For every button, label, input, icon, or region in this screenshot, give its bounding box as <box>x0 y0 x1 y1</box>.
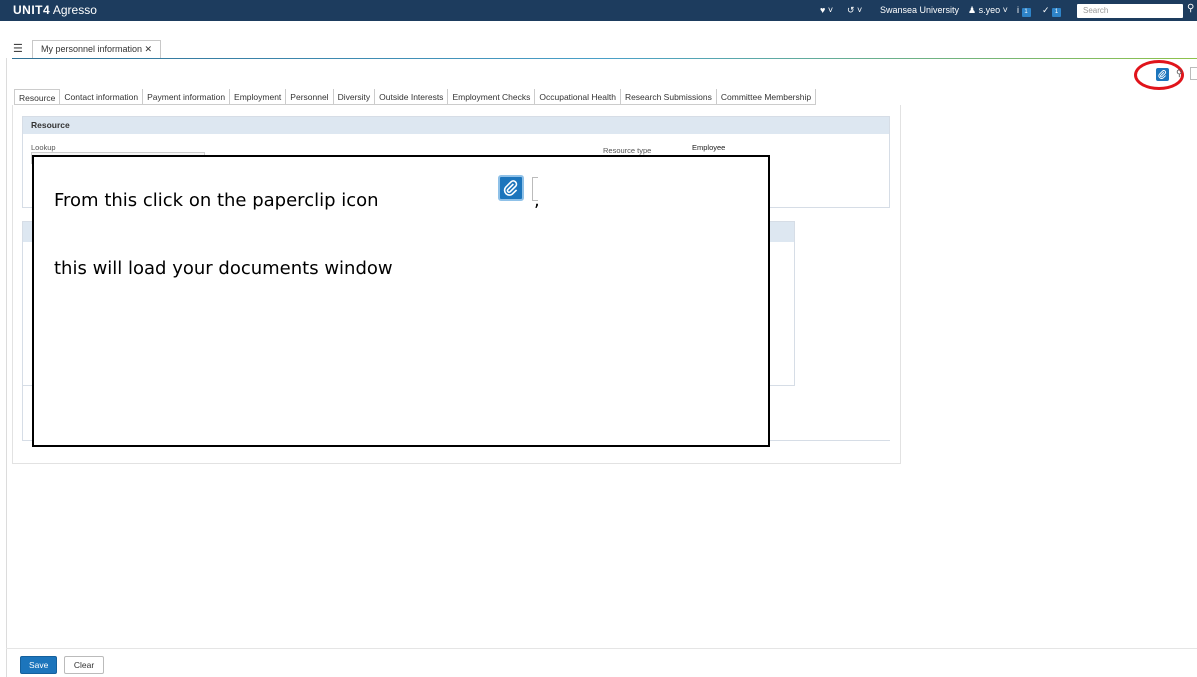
section-tabs: Resource Contact information Payment inf… <box>14 89 817 105</box>
paperclip-icon <box>498 175 524 201</box>
lookup-label: Lookup <box>31 143 56 152</box>
tasks-button[interactable]: ✓ 1 <box>1042 5 1062 17</box>
favorites-menu[interactable]: ♥ ˅ <box>820 5 833 15</box>
callout-comma: , <box>534 190 540 211</box>
tab-research-submissions[interactable]: Research Submissions <box>621 89 717 104</box>
panel-toggle-icon[interactable] <box>1190 67 1197 80</box>
user-name: s.yeo ˅ <box>978 5 1008 15</box>
search-input[interactable]: Search <box>1077 4 1183 18</box>
tab-outside-interests[interactable]: Outside Interests <box>375 89 449 104</box>
brand-light: Agresso <box>50 3 97 17</box>
user-menu[interactable]: ♟ s.yeo ˅ <box>968 5 1008 16</box>
left-divider <box>6 58 7 677</box>
tab-resource[interactable]: Resource <box>14 89 61 104</box>
clear-button[interactable]: Clear <box>64 656 104 674</box>
tab-payment-information[interactable]: Payment information <box>143 89 231 104</box>
top-bar: UNIT4 Agresso ♥ ˅ ↺ ˅ Swansea University… <box>0 0 1197 21</box>
tab-diversity[interactable]: Diversity <box>334 89 376 104</box>
history-menu[interactable]: ↺ ˅ <box>847 5 862 16</box>
organisation-label[interactable]: Swansea University <box>880 5 959 15</box>
callout-text-1: From this click on the paperclip icon <box>54 190 379 211</box>
list-icon[interactable]: ☰ <box>13 42 23 55</box>
footer-divider <box>6 648 1197 649</box>
tab-employment[interactable]: Employment <box>230 89 287 104</box>
search-icon[interactable]: ⚲ <box>1187 3 1194 14</box>
tasks-badge: 1 <box>1052 8 1062 17</box>
info-badge: 1 <box>1021 8 1031 17</box>
brand-bold: UNIT4 <box>13 3 51 17</box>
tab-occupational-health[interactable]: Occupational Health <box>535 89 621 104</box>
tab-committee-membership[interactable]: Committee Membership <box>717 89 817 104</box>
check-icon: ✓ <box>1042 5 1053 15</box>
resource-panel-title: Resource <box>23 117 889 134</box>
paperclip-glyph <box>503 180 518 196</box>
info-icon: i <box>1017 5 1022 15</box>
pin-icon[interactable]: ⚲ <box>1176 68 1183 79</box>
save-button[interactable]: Save <box>20 656 57 674</box>
tab-my-personnel-information[interactable]: My personnel information ✕ <box>32 40 162 58</box>
callout-text-2: this will load your documents window <box>54 258 393 279</box>
info-button[interactable]: i 1 <box>1017 5 1031 17</box>
resource-type-label: Resource type <box>603 146 652 155</box>
instruction-callout: From this click on the paperclip icon , … <box>32 155 770 447</box>
tab-divider <box>12 58 1197 59</box>
user-icon: ♟ <box>968 5 979 15</box>
tab-personnel[interactable]: Personnel <box>286 89 334 104</box>
app-logo[interactable]: UNIT4 Agresso <box>13 3 97 17</box>
tab-contact-information[interactable]: Contact information <box>60 89 144 104</box>
tab-employment-checks[interactable]: Employment Checks <box>448 89 536 104</box>
tab-strip <box>0 21 1197 60</box>
resource-type-value: Employee <box>692 143 726 152</box>
